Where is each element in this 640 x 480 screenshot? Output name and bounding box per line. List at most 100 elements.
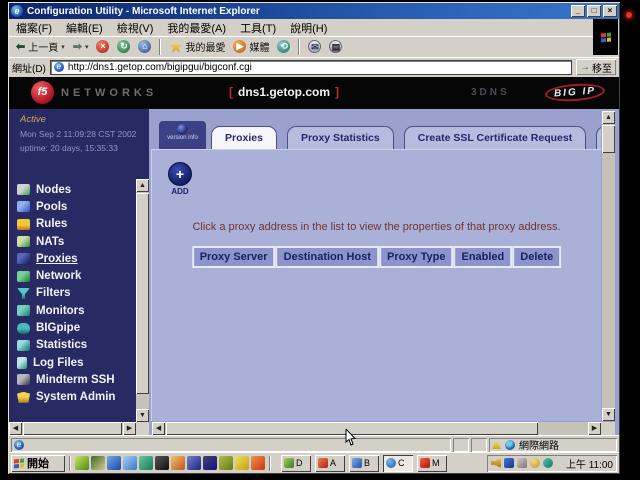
scrollbar-thumb[interactable] xyxy=(23,422,122,435)
quicklaunch-icon-8[interactable] xyxy=(187,456,201,470)
close-button[interactable] xyxy=(603,5,617,17)
column-proxy-type[interactable]: Proxy Type xyxy=(379,246,454,268)
back-button[interactable]: ⬅ 上一頁 ▾ xyxy=(13,38,68,56)
menu-tools[interactable]: 工具(T) xyxy=(233,20,283,36)
scroll-down-icon[interactable] xyxy=(602,408,615,421)
sidebar-item-pools[interactable]: Pools xyxy=(17,198,132,215)
scroll-left-icon[interactable] xyxy=(152,422,165,435)
start-button[interactable]: 開始 xyxy=(11,455,65,472)
version-info-button[interactable]: version info xyxy=(159,121,206,149)
task-button-4-active[interactable]: C xyxy=(383,455,413,472)
page-body: Active Mon Sep 2 11:09:28 CST 2002 uptim… xyxy=(9,109,619,435)
column-destination-host[interactable]: Destination Host xyxy=(276,246,379,268)
favorites-button[interactable]: 我的最愛 xyxy=(166,38,228,56)
tab-create-ssl-certificate-request[interactable]: Create SSL Certificate Request xyxy=(404,126,586,149)
taskbar-clock: 上午 11:00 xyxy=(566,456,613,471)
tray-icon-3[interactable] xyxy=(517,458,527,468)
quicklaunch-icon-2[interactable] xyxy=(91,456,105,470)
device-hostname: [dns1.getop.com] xyxy=(169,85,399,99)
task-button-3[interactable]: B xyxy=(349,455,379,472)
scrollbar-thumb[interactable] xyxy=(136,193,149,394)
go-button[interactable]: → 移至 xyxy=(576,59,616,75)
rules-icon xyxy=(17,219,30,230)
quicklaunch-icon-6[interactable] xyxy=(155,456,169,470)
print-button[interactable]: ▤ xyxy=(326,38,345,56)
quicklaunch-icon-3[interactable] xyxy=(107,456,121,470)
back-dropdown-icon[interactable]: ▾ xyxy=(61,43,65,51)
tray-icon-4[interactable] xyxy=(530,458,540,468)
sidebar-item-nats[interactable]: NATs xyxy=(17,233,132,250)
main-content: version info Proxies Proxy Statistics Cr… xyxy=(149,109,619,435)
f5-logo-icon: f5 xyxy=(31,81,54,104)
task-button-5[interactable]: M xyxy=(417,455,447,472)
scroll-right-icon[interactable] xyxy=(123,422,136,435)
toolbar: ⬅ 上一頁 ▾ ➡ ▾ × ↻ ⌂ 我的最愛 ▶ 媒體 ⟲ ✉ ▤ xyxy=(9,36,593,56)
status-pane-small xyxy=(453,438,469,452)
home-button[interactable]: ⌂ xyxy=(135,38,154,56)
add-proxy-button[interactable]: ADD xyxy=(168,162,192,196)
filters-icon xyxy=(17,288,30,299)
sidebar-item-monitors[interactable]: Monitors xyxy=(17,302,132,319)
quicklaunch-icon-10[interactable] xyxy=(219,456,233,470)
quicklaunch-icon-11[interactable] xyxy=(235,456,249,470)
quicklaunch-icon-7[interactable] xyxy=(171,456,185,470)
tray-icon-2[interactable] xyxy=(504,458,514,468)
sidebar-item-proxies[interactable]: Proxies xyxy=(17,250,132,267)
mail-button[interactable]: ✉ xyxy=(305,38,324,56)
sidebar-vertical-scrollbar[interactable] xyxy=(136,179,149,422)
quicklaunch-icon-1[interactable] xyxy=(75,456,89,470)
tab-proxies[interactable]: Proxies xyxy=(211,126,277,149)
tray-icon-5[interactable] xyxy=(543,458,553,468)
monitors-icon xyxy=(17,305,30,316)
title-bar: e Configuration Utility - Microsoft Inte… xyxy=(9,3,619,19)
column-proxy-server[interactable]: Proxy Server xyxy=(192,246,276,268)
sidebar-item-system-admin[interactable]: System Admin xyxy=(17,389,132,406)
task-button-2[interactable]: A xyxy=(315,455,345,472)
scroll-up-icon[interactable] xyxy=(136,179,149,192)
column-enabled[interactable]: Enabled xyxy=(453,246,512,268)
column-delete[interactable]: Delete xyxy=(512,246,561,268)
maximize-button[interactable] xyxy=(587,5,601,17)
sidebar-item-statistics[interactable]: Statistics xyxy=(17,337,132,354)
log-files-icon xyxy=(17,357,27,369)
media-button[interactable]: ▶ 媒體 xyxy=(230,38,272,56)
menu-view[interactable]: 檢視(V) xyxy=(110,20,161,36)
sidebar-item-rules[interactable]: Rules xyxy=(17,216,132,233)
volume-icon[interactable] xyxy=(491,458,501,468)
scroll-right-icon[interactable] xyxy=(588,422,601,435)
scroll-left-icon[interactable] xyxy=(9,422,22,435)
quicklaunch-icon-12[interactable] xyxy=(251,456,265,470)
back-arrow-icon: ⬅ xyxy=(16,40,25,53)
sidebar-horizontal-scrollbar[interactable] xyxy=(9,422,136,435)
quicklaunch-icon-4[interactable] xyxy=(123,456,137,470)
tab-install-ssl-certificate[interactable]: Install SSL Certif xyxy=(596,126,601,149)
sidebar-item-bigpipe[interactable]: BIGpipe xyxy=(17,319,132,336)
refresh-button[interactable]: ↻ xyxy=(114,38,133,56)
quicklaunch-icon-9[interactable] xyxy=(203,456,217,470)
sidebar-item-log-files[interactable]: Log Files xyxy=(17,354,132,371)
tab-proxy-statistics[interactable]: Proxy Statistics xyxy=(287,126,394,149)
history-button[interactable]: ⟲ xyxy=(274,38,293,56)
address-input[interactable]: e http://dns1.getop.com/bigipgui/bigconf… xyxy=(50,60,572,75)
sidebar-item-mindterm-ssh[interactable]: Mindterm SSH xyxy=(17,371,132,388)
page-vertical-scrollbar[interactable] xyxy=(602,111,615,421)
quicklaunch-icon-5[interactable] xyxy=(139,456,153,470)
print-icon: ▤ xyxy=(329,40,342,53)
menu-help[interactable]: 說明(H) xyxy=(283,20,334,36)
scroll-down-icon[interactable] xyxy=(136,409,149,422)
sidebar-item-nodes[interactable]: Nodes xyxy=(17,181,132,198)
stop-button[interactable]: × xyxy=(93,38,112,56)
sidebar-item-filters[interactable]: Filters xyxy=(17,285,132,302)
menu-file[interactable]: 檔案(F) xyxy=(9,20,59,36)
scroll-up-icon[interactable] xyxy=(602,111,615,124)
address-url: http://dns1.getop.com/bigipgui/bigconf.c… xyxy=(68,62,252,73)
task-button-1[interactable]: D xyxy=(281,455,311,472)
minimize-button[interactable] xyxy=(571,5,585,17)
forward-dropdown-icon[interactable]: ▾ xyxy=(85,43,89,51)
scrollbar-thumb[interactable] xyxy=(602,125,615,153)
menu-edit[interactable]: 編輯(E) xyxy=(59,20,110,36)
sidebar-item-network[interactable]: Network xyxy=(17,267,132,284)
menu-favorites[interactable]: 我的最愛(A) xyxy=(160,20,233,36)
page-horizontal-scrollbar[interactable] xyxy=(152,422,601,435)
forward-button[interactable]: ➡ ▾ xyxy=(70,38,92,56)
